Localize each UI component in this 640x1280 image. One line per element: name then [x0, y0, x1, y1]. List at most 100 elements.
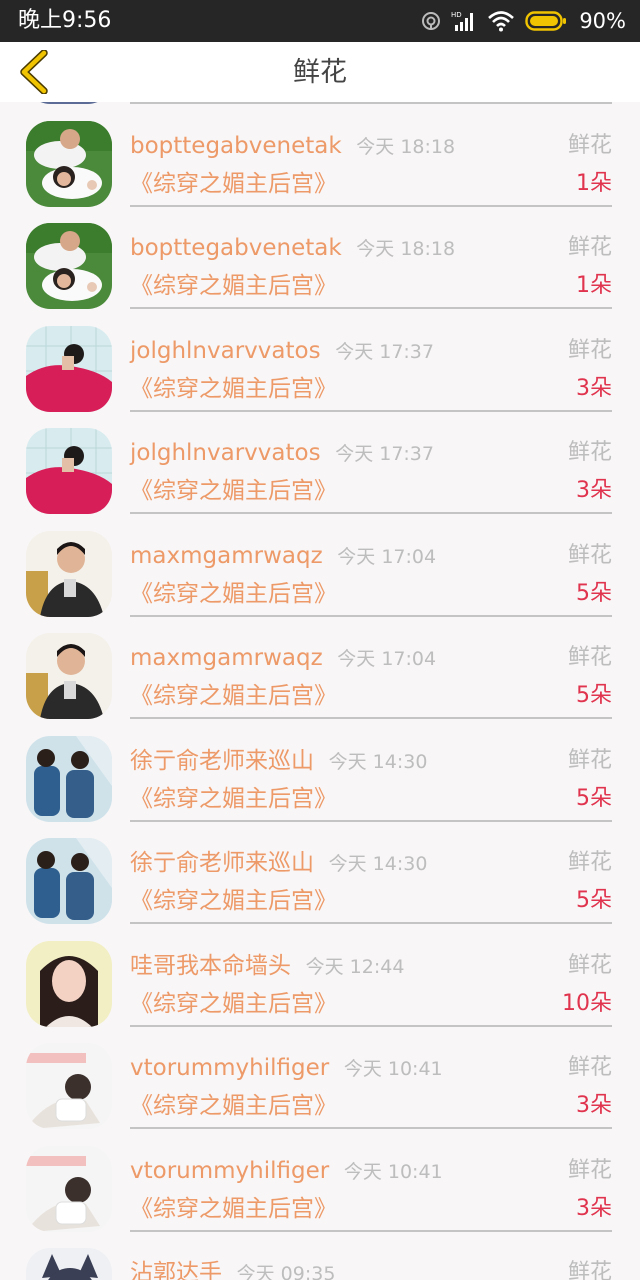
- username[interactable]: 沾郭达手 今天 09:35: [130, 1256, 335, 1280]
- user-avatar[interactable]: [26, 838, 112, 924]
- gift-list-inner: bopttegabvenetak 今天 18:18 鲜花 《综穿之媚主后宫》 1…: [0, 102, 640, 1280]
- user-avatar[interactable]: [26, 325, 112, 412]
- item-header: vtorummyhilfiger 今天 10:41 鲜花: [130, 1051, 612, 1085]
- user-avatar[interactable]: [26, 120, 112, 207]
- status-icons: HD 90%: [411, 8, 626, 34]
- timestamp: 今天 18:18: [356, 238, 456, 260]
- list-item[interactable]: maxmgamrwaqz 今天 17:04 鲜花 《综穿之媚主后宫》 5朵: [0, 613, 640, 719]
- timestamp: 今天 17:37: [335, 340, 434, 363]
- book-title[interactable]: 《综穿之媚主后宫》: [130, 782, 337, 816]
- gift-list[interactable]: bopttegabvenetak 今天 18:18 鲜花 《综穿之媚主后宫》 1…: [0, 102, 640, 1280]
- list-item[interactable]: maxmgamrwaqz 今天 17:04 鲜花 《综穿之媚主后宫》 5朵: [0, 511, 640, 617]
- flower-count: 5朵: [576, 888, 612, 913]
- list-item[interactable]: 徐亍俞老师来巡山 今天 14:30 鲜花 《综穿之媚主后宫》 5朵: [0, 716, 640, 822]
- list-item[interactable]: jolghlnvarvvatos 今天 17:37 鲜花 《综穿之媚主后宫》 3…: [0, 306, 640, 412]
- flower-count: 3朵: [576, 1195, 612, 1221]
- gift-name: 鲜花: [567, 850, 612, 875]
- username[interactable]: vtorummyhilfiger 今天 10:41: [130, 1154, 443, 1189]
- item-header: bopttegabvenetak 今天 18:18 鲜花: [130, 231, 612, 265]
- username[interactable]: maxmgamrwaqz 今天 17:04: [130, 641, 436, 676]
- battery-percent: 90%: [579, 9, 626, 33]
- book-title[interactable]: 《综穿之媚主后宫》: [130, 474, 337, 508]
- item-header: 徐亍俞老师来巡山 今天 14:30 鲜花: [130, 744, 612, 778]
- user-avatar[interactable]: [26, 1248, 112, 1280]
- book-title[interactable]: 《综穿之媚主后宫》: [130, 167, 337, 201]
- item-header: 哇哥我本命墙头 今天 12:44 鲜花: [130, 949, 612, 983]
- flower-count: 10朵: [562, 990, 612, 1016]
- book-title[interactable]: 《综穿之媚主后宫》: [130, 372, 337, 406]
- user-avatar[interactable]: [26, 530, 112, 617]
- item-detail: 《综穿之媚主后宫》 1朵: [130, 167, 612, 201]
- username[interactable]: 哇哥我本命墙头 今天 12:44: [130, 949, 404, 984]
- gift-name: 鲜花: [567, 235, 612, 260]
- item-detail: 《综穿之媚主后宫》 5朵: [130, 782, 612, 816]
- item-detail: 《综穿之媚主后宫》 3朵: [130, 1192, 612, 1226]
- timestamp: 今天 10:41: [343, 1160, 443, 1183]
- book-title[interactable]: 《综穿之媚主后宫》: [130, 884, 337, 918]
- header-bar: 鲜花: [0, 42, 640, 102]
- user-avatar[interactable]: [26, 428, 112, 514]
- book-title[interactable]: 《综穿之媚主后宫》: [130, 1089, 337, 1123]
- username[interactable]: bopttegabvenetak 今天 18:18: [130, 129, 455, 164]
- item-header: 徐亍俞老师来巡山 今天 14:30 鲜花: [130, 846, 612, 880]
- flower-count: 1朵: [576, 273, 612, 298]
- timestamp: 今天 17:37: [335, 443, 434, 465]
- list-item[interactable]: vtorummyhilfiger 今天 10:41 鲜花 《综穿之媚主后宫》 3…: [0, 1126, 640, 1232]
- list-item[interactable]: 哇哥我本命墙头 今天 12:44 鲜花 《综穿之媚主后宫》 10朵: [0, 921, 640, 1027]
- list-item[interactable]: jolghlnvarvvatos 今天 17:37 鲜花 《综穿之媚主后宫》 3…: [0, 408, 640, 514]
- list-item[interactable]: bopttegabvenetak 今天 18:18 鲜花 《综穿之媚主后宫》 1…: [0, 102, 640, 207]
- svg-text:HD: HD: [451, 11, 462, 19]
- gift-name: 鲜花: [567, 337, 612, 363]
- username[interactable]: vtorummyhilfiger 今天 10:41: [130, 1051, 443, 1086]
- flower-count: 3朵: [576, 1093, 612, 1118]
- battery-icon: [525, 11, 567, 31]
- book-title[interactable]: 《综穿之媚主后宫》: [130, 269, 337, 303]
- list-item[interactable]: bopttegabvenetak 今天 18:18 鲜花 《综穿之媚主后宫》 1…: [0, 203, 640, 309]
- item-detail: 《综穿之媚主后宫》 5朵: [130, 577, 612, 611]
- timestamp: 今天 18:18: [356, 135, 456, 158]
- username[interactable]: jolghlnvarvvatos 今天 17:37: [130, 436, 434, 471]
- gift-name: 鲜花: [567, 542, 612, 568]
- item-detail: 《综穿之媚主后宫》 1朵: [130, 269, 612, 303]
- flower-count: 5朵: [576, 580, 612, 606]
- hotspot-icon: [422, 12, 441, 30]
- gift-name: 鲜花: [567, 1055, 612, 1080]
- user-avatar[interactable]: [26, 940, 112, 1027]
- item-header: jolghlnvarvvatos 今天 17:37 鲜花: [130, 334, 612, 368]
- flower-count: 5朵: [576, 683, 612, 708]
- username[interactable]: 徐亍俞老师来巡山 今天 14:30: [130, 744, 427, 779]
- item-detail: 《综穿之媚主后宫》 3朵: [130, 372, 612, 406]
- username[interactable]: jolghlnvarvvatos 今天 17:37: [130, 334, 434, 369]
- gift-name: 鲜花: [567, 1260, 612, 1280]
- list-item[interactable]: vtorummyhilfiger 今天 10:41 鲜花 《综穿之媚主后宫》 3…: [0, 1023, 640, 1129]
- user-avatar[interactable]: [26, 1145, 112, 1232]
- page-title: 鲜花: [293, 57, 347, 88]
- list-item[interactable]: 徐亍俞老师来巡山 今天 14:30 鲜花 《综穿之媚主后宫》 5朵: [0, 818, 640, 924]
- timestamp: 今天 12:44: [305, 955, 405, 978]
- user-avatar[interactable]: [26, 633, 112, 719]
- timestamp: 今天 10:41: [343, 1058, 443, 1080]
- gift-name: 鲜花: [567, 440, 612, 465]
- timestamp: 今天 09:35: [236, 1263, 336, 1280]
- item-detail: 《综穿之媚主后宫》 10朵: [130, 987, 612, 1021]
- user-avatar[interactable]: [26, 735, 112, 822]
- gift-name: 鲜花: [567, 645, 612, 670]
- list-item[interactable]: 沾郭达手 今天 09:35 鲜花: [0, 1228, 640, 1280]
- item-header: 沾郭达手 今天 09:35 鲜花: [130, 1256, 612, 1280]
- username[interactable]: bopttegabvenetak 今天 18:18: [130, 231, 455, 266]
- user-avatar[interactable]: [26, 223, 112, 309]
- wifi-icon: [488, 11, 515, 32]
- gift-name: 鲜花: [567, 1157, 612, 1183]
- username[interactable]: maxmgamrwaqz 今天 17:04: [130, 539, 436, 574]
- user-avatar[interactable]: [26, 1043, 112, 1129]
- book-title[interactable]: 《综穿之媚主后宫》: [130, 679, 337, 713]
- item-header: vtorummyhilfiger 今天 10:41 鲜花: [130, 1154, 612, 1188]
- book-title[interactable]: 《综穿之媚主后宫》: [130, 577, 337, 611]
- book-title[interactable]: 《综穿之媚主后宫》: [130, 1192, 337, 1226]
- username[interactable]: 徐亍俞老师来巡山 今天 14:30: [130, 846, 427, 881]
- book-title[interactable]: 《综穿之媚主后宫》: [130, 987, 337, 1021]
- timestamp: 今天 17:04: [337, 545, 437, 568]
- item-detail: 《综穿之媚主后宫》 5朵: [130, 679, 612, 713]
- item-header: bopttegabvenetak 今天 18:18 鲜花: [130, 129, 612, 163]
- flower-count: 3朵: [576, 375, 612, 401]
